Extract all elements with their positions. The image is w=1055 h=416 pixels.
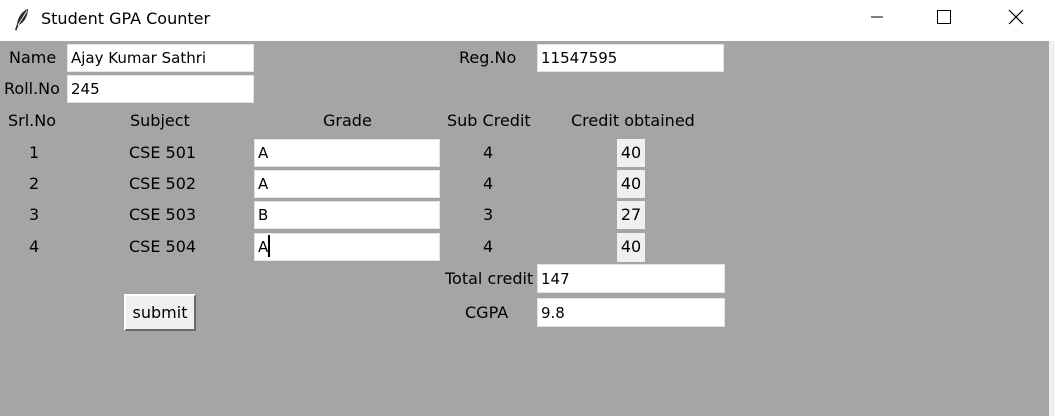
header-grade: Grade xyxy=(323,111,372,130)
cgpa-label: CGPA xyxy=(465,303,509,322)
regno-input[interactable] xyxy=(537,44,724,72)
name-label: Name xyxy=(9,48,57,67)
row-4-credit-obtained: 40 xyxy=(617,233,645,262)
row-3-subject: CSE 503 xyxy=(129,205,197,224)
total-credit-label: Total credit xyxy=(445,269,534,288)
window-title: Student GPA Counter xyxy=(41,9,211,28)
feather-icon xyxy=(12,8,32,32)
row-2-srl: 2 xyxy=(29,174,40,193)
maximize-button[interactable] xyxy=(915,0,973,38)
submit-button[interactable]: submit xyxy=(124,294,196,331)
row-4-subject: CSE 504 xyxy=(129,237,197,256)
row-4-sub-credit: 4 xyxy=(483,237,494,256)
rollno-input[interactable] xyxy=(67,75,254,103)
row-3-sub-credit: 3 xyxy=(483,205,494,224)
row-4-grade-input[interactable] xyxy=(254,233,440,261)
rollno-label: Roll.No xyxy=(4,79,60,98)
header-credit-obtained: Credit obtained xyxy=(571,111,695,130)
row-1-sub-credit: 4 xyxy=(483,143,494,162)
header-subject: Subject xyxy=(130,111,190,130)
row-1-srl: 1 xyxy=(29,143,40,162)
minimize-icon xyxy=(869,9,885,29)
row-2-grade-input[interactable] xyxy=(254,170,440,198)
close-button[interactable] xyxy=(987,0,1045,38)
maximize-icon xyxy=(936,9,952,29)
app-window: Student GPA Counter Name Reg.No Roll.No … xyxy=(0,0,1055,416)
cgpa-input[interactable] xyxy=(537,298,725,327)
header-sub-credit: Sub Credit xyxy=(447,111,531,130)
header-srl-no: Srl.No xyxy=(8,111,57,130)
row-3-srl: 3 xyxy=(29,205,40,224)
window-border xyxy=(1049,41,1055,416)
regno-label: Reg.No xyxy=(459,48,517,67)
row-1-grade-input[interactable] xyxy=(254,139,440,167)
row-3-credit-obtained: 27 xyxy=(617,201,645,229)
name-input[interactable] xyxy=(67,44,254,72)
row-3-grade-input[interactable] xyxy=(254,201,440,229)
row-2-sub-credit: 4 xyxy=(483,174,494,193)
row-2-subject: CSE 502 xyxy=(129,174,197,193)
minimize-button[interactable] xyxy=(848,0,906,38)
title-bar: Student GPA Counter xyxy=(0,0,1055,41)
text-cursor xyxy=(268,235,270,257)
row-1-credit-obtained: 40 xyxy=(617,139,645,167)
row-1-subject: CSE 501 xyxy=(129,143,197,162)
total-credit-input[interactable] xyxy=(537,264,725,293)
row-2-credit-obtained: 40 xyxy=(617,170,645,198)
row-4-srl: 4 xyxy=(29,237,40,256)
close-icon xyxy=(1007,8,1025,30)
